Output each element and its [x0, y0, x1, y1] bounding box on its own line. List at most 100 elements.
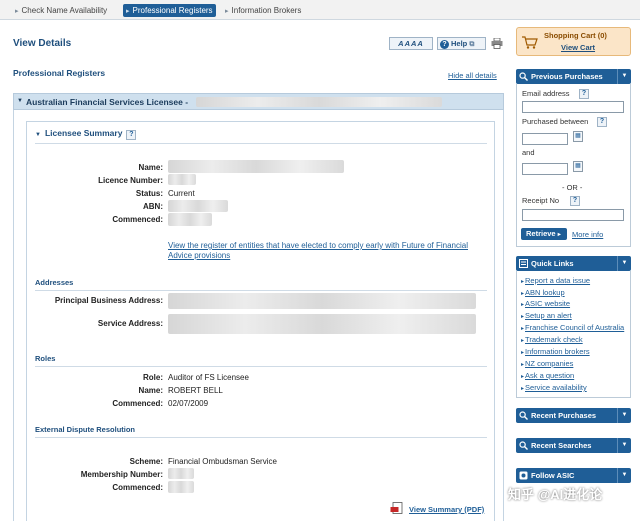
chevron-right-icon: ▸ — [521, 314, 525, 320]
redacted-value — [168, 213, 212, 226]
chevron-right-icon: ▸ — [521, 302, 525, 308]
field-label: Status: — [135, 189, 163, 198]
quick-link-ask-question[interactable]: ▸Ask a question — [521, 371, 574, 380]
receipt-input[interactable] — [522, 209, 624, 221]
chevron-right-icon: ▸ — [521, 362, 525, 368]
retrieve-button[interactable]: Retrieve ▸ — [521, 228, 567, 240]
date-from-input[interactable] — [522, 133, 568, 145]
quick-link-information-brokers[interactable]: ▸Information brokers — [521, 347, 590, 356]
redacted-value — [168, 481, 194, 493]
follow-asic-header[interactable]: Follow ASIC ▼ — [516, 468, 631, 483]
field-label: Commenced: — [112, 215, 163, 224]
quick-link-franchise-council[interactable]: ▸Franchise Council of Australia — [521, 323, 624, 332]
field-label: Principal Business Address: — [54, 296, 163, 305]
chevron-right-icon: ▸ — [126, 8, 130, 15]
recent-searches-header[interactable]: Recent Searches ▼ — [516, 438, 631, 453]
search-icon — [519, 72, 528, 81]
social-icon — [519, 471, 528, 480]
chevron-right-icon: ▸ — [15, 8, 19, 15]
or-label: - OR - — [562, 183, 583, 192]
email-label: Email address — [522, 89, 570, 98]
divider — [35, 290, 487, 291]
external-link-icon: ⧉ — [469, 41, 475, 48]
view-summary-pdf-link[interactable]: View Summary (PDF) — [409, 505, 484, 514]
search-icon — [519, 411, 528, 420]
help-button[interactable]: ? Help ⧉ — [437, 37, 486, 50]
quick-link-setup-alert[interactable]: ▸Setup an alert — [521, 311, 572, 320]
redacted-value — [168, 160, 344, 173]
and-label: and — [522, 148, 535, 157]
field-label: Role: — [143, 373, 163, 382]
print-icon[interactable] — [491, 38, 503, 49]
redacted-name — [196, 97, 442, 107]
licensee-summary-heading[interactable]: ▼ Licensee Summary? — [35, 128, 137, 140]
quick-link-report-data-issue[interactable]: ▸Report a data issue — [521, 276, 590, 285]
recent-purchases-header[interactable]: Recent Purchases ▼ — [516, 408, 631, 423]
licensee-panel-header[interactable]: ▼ Australian Financial Services Licensee… — [13, 93, 504, 110]
view-cart-link[interactable]: View Cart — [561, 43, 595, 52]
chevron-right-icon: ▸ — [521, 350, 525, 356]
shopping-cart-box[interactable]: Shopping Cart (0) View Cart — [516, 27, 631, 56]
panel-title: Australian Financial Services Licensee - — [26, 97, 189, 107]
redacted-address — [168, 314, 476, 334]
date-to-input[interactable] — [522, 163, 568, 175]
quick-link-abn-lookup[interactable]: ▸ABN lookup — [521, 288, 565, 297]
redacted-address — [168, 293, 476, 309]
role-value: Auditor of FS Licensee — [168, 373, 249, 382]
hide-all-details-link[interactable]: Hide all details — [448, 71, 497, 80]
quick-links-header[interactable]: Quick Links ▼ — [516, 256, 631, 271]
search-icon — [519, 441, 528, 450]
chevron-right-icon: ▸ — [557, 232, 561, 238]
tab-check-name-availability[interactable]: ▸ Check Name Availability — [12, 4, 110, 17]
purchased-between-label: Purchased between — [522, 117, 589, 126]
question-icon[interactable]: ? — [579, 89, 589, 99]
chevron-down-icon[interactable]: ▼ — [617, 256, 631, 271]
pdf-icon — [390, 502, 403, 514]
chevron-down-icon[interactable]: ▼ — [617, 408, 631, 423]
tab-information-brokers[interactable]: ▸ Information Brokers — [222, 4, 304, 17]
early-compliance-link[interactable]: View the register of entities that have … — [168, 241, 468, 261]
list-icon — [519, 259, 528, 268]
chevron-down-icon[interactable]: ▼ — [617, 468, 631, 483]
chevron-right-icon: ▸ — [521, 386, 525, 392]
receipt-label: Receipt No — [522, 196, 560, 205]
more-info-link[interactable]: More info — [572, 230, 603, 239]
quick-link-nz-companies[interactable]: ▸NZ companies — [521, 359, 573, 368]
scheme-value: Financial Ombudsman Service — [168, 457, 277, 466]
status-value: Current — [168, 189, 195, 198]
calendar-icon[interactable]: ▦ — [573, 161, 583, 172]
quick-link-asic-website[interactable]: ▸ASIC website — [521, 299, 570, 308]
field-label: Licence Number: — [98, 176, 163, 185]
chevron-right-icon: ▸ — [521, 338, 525, 344]
tab-professional-registers[interactable]: ▸ Professional Registers — [123, 4, 216, 17]
font-size-buttons[interactable]: AAAA — [389, 37, 433, 50]
previous-purchases-header[interactable]: Previous Purchases ▼ — [516, 69, 631, 84]
field-label: Name: — [138, 163, 163, 172]
email-input[interactable] — [522, 101, 624, 113]
redacted-value — [168, 200, 228, 212]
chevron-right-icon: ▸ — [521, 326, 525, 332]
page-title: View Details — [13, 38, 72, 49]
question-icon[interactable]: ? — [126, 130, 137, 140]
redacted-value — [168, 468, 194, 479]
divider — [35, 437, 487, 438]
field-label: ABN: — [143, 202, 163, 211]
calendar-icon[interactable]: ▦ — [573, 131, 583, 142]
collapse-triangle-icon: ▼ — [35, 132, 41, 138]
cart-icon — [522, 36, 538, 49]
watermark: 知乎 @AI进化论 — [508, 487, 603, 502]
field-label: Commenced: — [112, 483, 163, 492]
chevron-down-icon[interactable]: ▼ — [617, 69, 631, 84]
field-label: Membership Number: — [80, 470, 163, 479]
chevron-down-icon[interactable]: ▼ — [617, 438, 631, 453]
question-icon[interactable]: ? — [570, 196, 580, 206]
cart-title: Shopping Cart (0) — [544, 31, 607, 40]
chevron-right-icon: ▸ — [521, 279, 525, 285]
section-title: Professional Registers — [13, 68, 106, 78]
divider — [35, 366, 487, 367]
addresses-heading: Addresses — [35, 278, 74, 287]
top-tab-bar: ▸ Check Name Availability ▸ Professional R… — [0, 0, 640, 20]
quick-link-trademark-check[interactable]: ▸Trademark check — [521, 335, 583, 344]
quick-link-service-availability[interactable]: ▸Service availability — [521, 383, 587, 392]
question-icon[interactable]: ? — [597, 117, 607, 127]
